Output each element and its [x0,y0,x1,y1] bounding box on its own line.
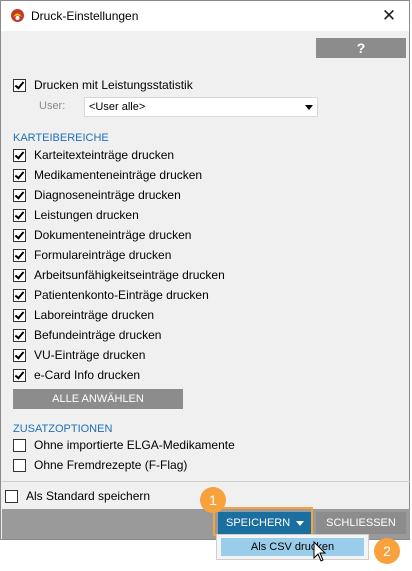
checkbox-label: Ohne importierte ELGA-Medikamente [34,438,235,452]
karteibereiche-item[interactable]: Medikamenteneinträge drucken [13,166,202,184]
checkbox-icon[interactable] [5,489,18,503]
save-default-label: Als Standard speichern [26,489,151,503]
checkbox-icon[interactable] [13,148,26,162]
app-icon [11,9,24,22]
print-stats-label: Drucken mit Leistungsstatistik [34,78,193,92]
user-label: User: [39,100,66,112]
karteibereiche-item[interactable]: Laboreinträge drucken [13,306,154,324]
checkbox-label: Patientenkonto-Einträge drucken [34,288,209,302]
save-dropdown-menu: Als CSV drucken [216,534,369,560]
checkbox-icon[interactable] [13,368,26,382]
karteibereiche-heading: KARTEIBEREICHE [13,132,109,144]
zusatzoptionen-heading: ZUSATZOPTIONEN [13,423,113,435]
save-default-checkbox[interactable]: Als Standard speichern [5,487,150,505]
checkbox-label: VU-Einträge drucken [34,348,146,362]
zusatzoptionen-item[interactable]: Ohne importierte ELGA-Medikamente [13,436,235,454]
checkbox-icon[interactable] [13,268,26,282]
checkbox-label: Ohne Fremdrezepte (F-Flag) [34,458,188,472]
karteibereiche-item[interactable]: VU-Einträge drucken [13,346,145,364]
window-title: Druck-Einstellungen [31,9,139,23]
mouse-cursor-icon [313,541,327,562]
user-select[interactable]: <User alle> [84,97,318,117]
checkbox-label: Befundeinträge drucken [34,328,162,342]
checkbox-label: Formulareinträge drucken [34,248,172,262]
karteibereiche-item[interactable]: Dokumenteneinträge drucken [13,226,191,244]
chevron-down-icon [305,105,313,110]
checkbox-icon[interactable] [13,308,26,322]
checkbox-icon[interactable] [13,328,26,342]
checkbox-icon[interactable] [13,208,26,222]
checkbox-icon[interactable] [13,458,26,472]
zusatzoptionen-item[interactable]: Ohne Fremdrezepte (F-Flag) [13,456,187,474]
checkbox-label: Dokumenteneinträge drucken [34,228,192,242]
karteibereiche-item[interactable]: Diagnoseneinträge drucken [13,186,181,204]
select-all-button[interactable]: ALLE ANWÄHLEN [13,389,183,409]
checkbox-label: Diagnoseneinträge drucken [34,188,181,202]
user-select-value: <User alle> [89,101,146,113]
menu-item-print-csv[interactable]: Als CSV drucken [221,538,364,556]
checkbox-icon[interactable] [13,228,26,242]
checkbox-icon[interactable] [13,288,26,302]
callout-badge-1: 1 [200,487,226,513]
karteibereiche-item[interactable]: Formulareinträge drucken [13,246,171,264]
checkbox-label: Arbeitsunfähigkeitseinträge drucken [34,268,225,282]
checkbox-icon[interactable] [13,248,26,262]
checkbox-label: Leistungen drucken [34,208,139,222]
checkbox-icon[interactable] [13,168,26,182]
callout-badge-2: 2 [374,538,400,564]
help-button[interactable]: ? [316,38,406,58]
title-bar: Druck-Einstellungen ✕ [1,1,409,31]
checkbox-label: Karteitexteinträge drucken [34,148,175,162]
callout-highlight-box [213,507,313,536]
checkbox-label: Laboreinträge drucken [34,308,155,322]
karteibereiche-item[interactable]: Karteitexteinträge drucken [13,146,174,164]
checkbox-icon[interactable] [13,438,26,452]
karteibereiche-item[interactable]: e-Card Info drucken [13,366,140,384]
close-icon[interactable]: ✕ [377,4,401,28]
print-stats-checkbox[interactable]: Drucken mit Leistungsstatistik [13,76,193,94]
checkbox-label: e-Card Info drucken [34,368,141,382]
print-settings-dialog: Druck-Einstellungen ✕ ? Drucken mit Leis… [0,0,410,540]
karteibereiche-item[interactable]: Leistungen drucken [13,206,139,224]
checkbox-icon[interactable] [13,348,26,362]
karteibereiche-item[interactable]: Arbeitsunfähigkeitseinträge drucken [13,266,225,284]
karteibereiche-item[interactable]: Patientenkonto-Einträge drucken [13,286,209,304]
checkbox-icon[interactable] [13,78,26,92]
karteibereiche-item[interactable]: Befundeinträge drucken [13,326,161,344]
close-button[interactable]: SCHLIESSEN [316,512,406,534]
checkbox-icon[interactable] [13,188,26,202]
divider [2,481,410,482]
checkbox-label: Medikamenteneinträge drucken [34,168,203,182]
